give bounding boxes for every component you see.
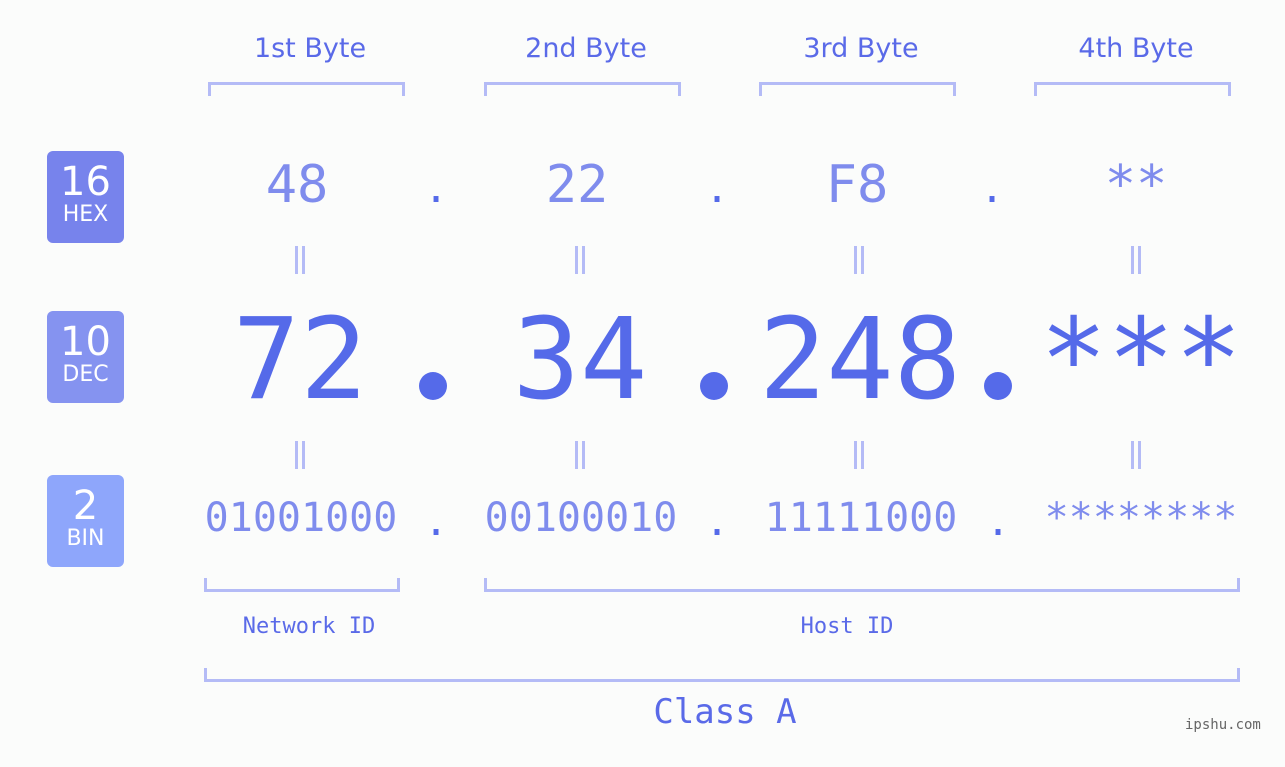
dec-byte-3: 248 <box>758 295 962 425</box>
byte-header-3: 3rd Byte <box>803 33 919 64</box>
dec-base: 10 <box>60 319 111 365</box>
hex-label: HEX <box>62 202 109 227</box>
bin-byte-1: 01001000 <box>204 495 398 541</box>
dec-badge: 10 DEC <box>47 311 124 403</box>
byte-bracket-2 <box>484 82 681 96</box>
hex-separator-3: . <box>979 166 1005 212</box>
bin-separator-2: . <box>704 499 730 545</box>
byte-header-4: 4th Byte <box>1078 33 1194 64</box>
byte-header-2: 2nd Byte <box>525 33 647 64</box>
bin-label: BIN <box>66 526 105 551</box>
dec-separator-2 <box>700 372 728 400</box>
byte-bracket-4 <box>1034 82 1231 96</box>
hex-base: 16 <box>60 159 111 205</box>
bin-base: 2 <box>72 483 99 529</box>
equals-icon <box>1116 441 1156 477</box>
host-id-bracket <box>484 578 1240 592</box>
dec-byte-4: *** <box>1039 295 1243 425</box>
dec-separator-1 <box>419 372 447 400</box>
network-id-label: Network ID <box>242 614 376 639</box>
hex-byte-3: F8 <box>825 155 889 215</box>
hex-byte-4: ** <box>1104 155 1168 215</box>
network-id-bracket <box>204 578 400 592</box>
hex-separator-1: . <box>423 166 449 212</box>
bin-separator-3: . <box>985 499 1011 545</box>
equals-icon <box>560 441 600 477</box>
byte-bracket-3 <box>759 82 956 96</box>
equals-icon <box>560 246 600 282</box>
bin-badge: 2 BIN <box>47 475 124 567</box>
equals-icon <box>1116 246 1156 282</box>
dec-separator-3 <box>984 372 1012 400</box>
dec-byte-2: 34 <box>512 295 648 425</box>
bin-byte-3: 11111000 <box>764 495 958 541</box>
bin-byte-4: ******** <box>1044 495 1238 541</box>
hex-byte-1: 48 <box>265 155 329 215</box>
bin-separator-1: . <box>423 499 449 545</box>
equals-icon <box>839 441 879 477</box>
dec-label: DEC <box>62 362 109 387</box>
host-id-label: Host ID <box>800 614 894 639</box>
hex-badge: 16 HEX <box>47 151 124 243</box>
equals-icon <box>839 246 879 282</box>
hex-separator-2: . <box>704 166 730 212</box>
class-bracket <box>204 668 1240 682</box>
byte-header-1: 1st Byte <box>253 33 367 64</box>
class-label: Class A <box>653 692 797 732</box>
byte-bracket-1 <box>208 82 405 96</box>
equals-icon <box>280 441 320 477</box>
equals-icon <box>280 246 320 282</box>
dec-byte-1: 72 <box>232 295 368 425</box>
hex-byte-2: 22 <box>545 155 609 215</box>
watermark: ipshu.com <box>1185 717 1261 733</box>
bin-byte-2: 00100010 <box>484 495 678 541</box>
